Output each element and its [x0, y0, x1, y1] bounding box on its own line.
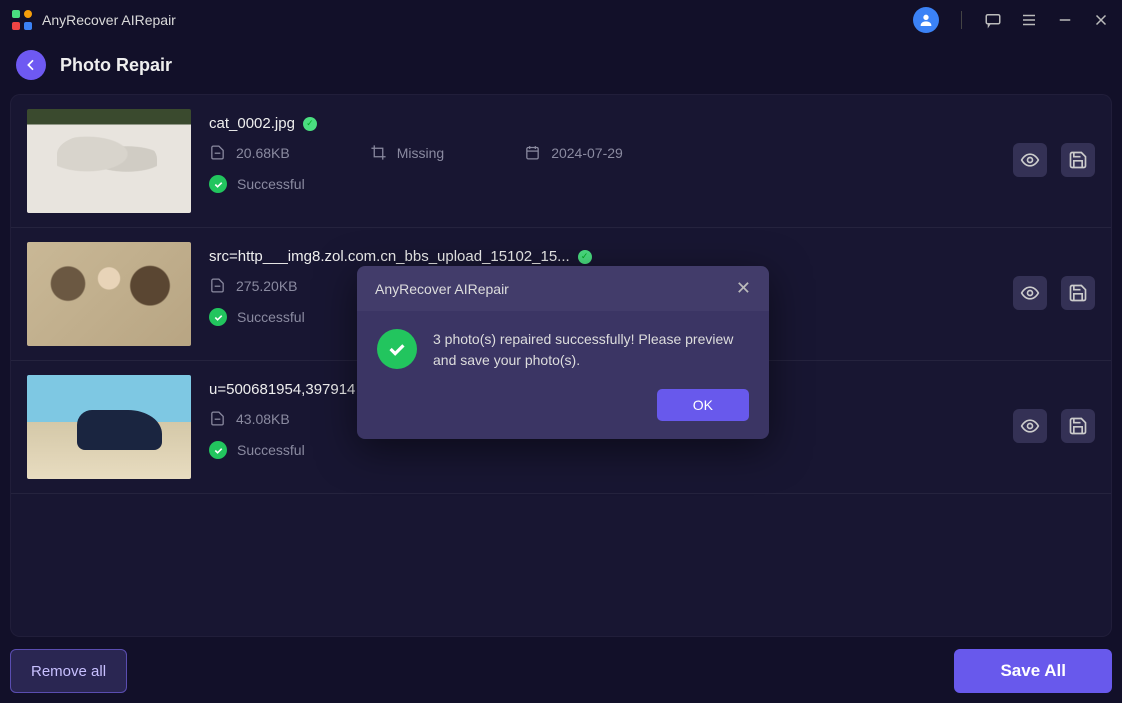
file-icon — [209, 277, 226, 294]
list-item: cat_0002.jpg ✓ 20.68KB Missing 2024-07-2… — [11, 95, 1111, 228]
file-name: u=500681954,397914 — [209, 381, 355, 398]
divider — [961, 11, 962, 29]
save-all-button[interactable]: Save All — [954, 649, 1112, 693]
thumbnail — [27, 375, 191, 479]
status-dot-icon: ✓ — [303, 117, 317, 131]
status-dot-icon: ✓ — [578, 250, 592, 264]
app-logo-icon — [12, 10, 32, 30]
success-dialog: AnyRecover AIRepair ✕ 3 photo(s) repaire… — [357, 266, 769, 439]
check-icon — [209, 175, 227, 193]
dialog-close-icon[interactable]: ✕ — [736, 278, 751, 299]
file-icon — [209, 144, 226, 161]
user-avatar-icon[interactable] — [913, 7, 939, 33]
dialog-message: 3 photo(s) repaired successfully! Please… — [433, 329, 749, 371]
dialog-ok-button[interactable]: OK — [657, 389, 749, 421]
preview-button[interactable] — [1013, 143, 1047, 177]
check-icon — [209, 308, 227, 326]
success-check-icon — [377, 329, 417, 369]
file-size: 20.68KB — [209, 144, 290, 161]
status-label: Successful — [237, 442, 305, 458]
preview-button[interactable] — [1013, 276, 1047, 310]
preview-button[interactable] — [1013, 409, 1047, 443]
file-name: cat_0002.jpg — [209, 115, 295, 132]
file-icon — [209, 410, 226, 427]
file-size: 275.20KB — [209, 277, 298, 294]
titlebar: AnyRecover AIRepair — [0, 0, 1122, 40]
back-button[interactable] — [16, 50, 46, 80]
chat-icon[interactable] — [984, 11, 1002, 29]
check-icon — [209, 441, 227, 459]
save-button[interactable] — [1061, 276, 1095, 310]
calendar-icon — [524, 144, 541, 161]
app-title: AnyRecover AIRepair — [42, 12, 176, 28]
save-button[interactable] — [1061, 143, 1095, 177]
thumbnail — [27, 242, 191, 346]
thumbnail — [27, 109, 191, 213]
page-title: Photo Repair — [60, 55, 172, 76]
file-size: 43.08KB — [209, 410, 290, 427]
file-name: src=http___img8.zol.com.cn_bbs_upload_15… — [209, 248, 570, 265]
menu-icon[interactable] — [1020, 11, 1038, 29]
close-icon[interactable] — [1092, 11, 1110, 29]
remove-all-button[interactable]: Remove all — [10, 649, 127, 693]
page-header: Photo Repair — [0, 40, 1122, 94]
dialog-title: AnyRecover AIRepair — [375, 281, 509, 297]
footer: Remove all Save All — [10, 649, 1112, 693]
crop-icon — [370, 144, 387, 161]
save-button[interactable] — [1061, 409, 1095, 443]
status-label: Successful — [237, 309, 305, 325]
file-date: 2024-07-29 — [524, 144, 623, 161]
status-label: Successful — [237, 176, 305, 192]
minimize-icon[interactable] — [1056, 11, 1074, 29]
file-dimensions: Missing — [370, 144, 444, 161]
